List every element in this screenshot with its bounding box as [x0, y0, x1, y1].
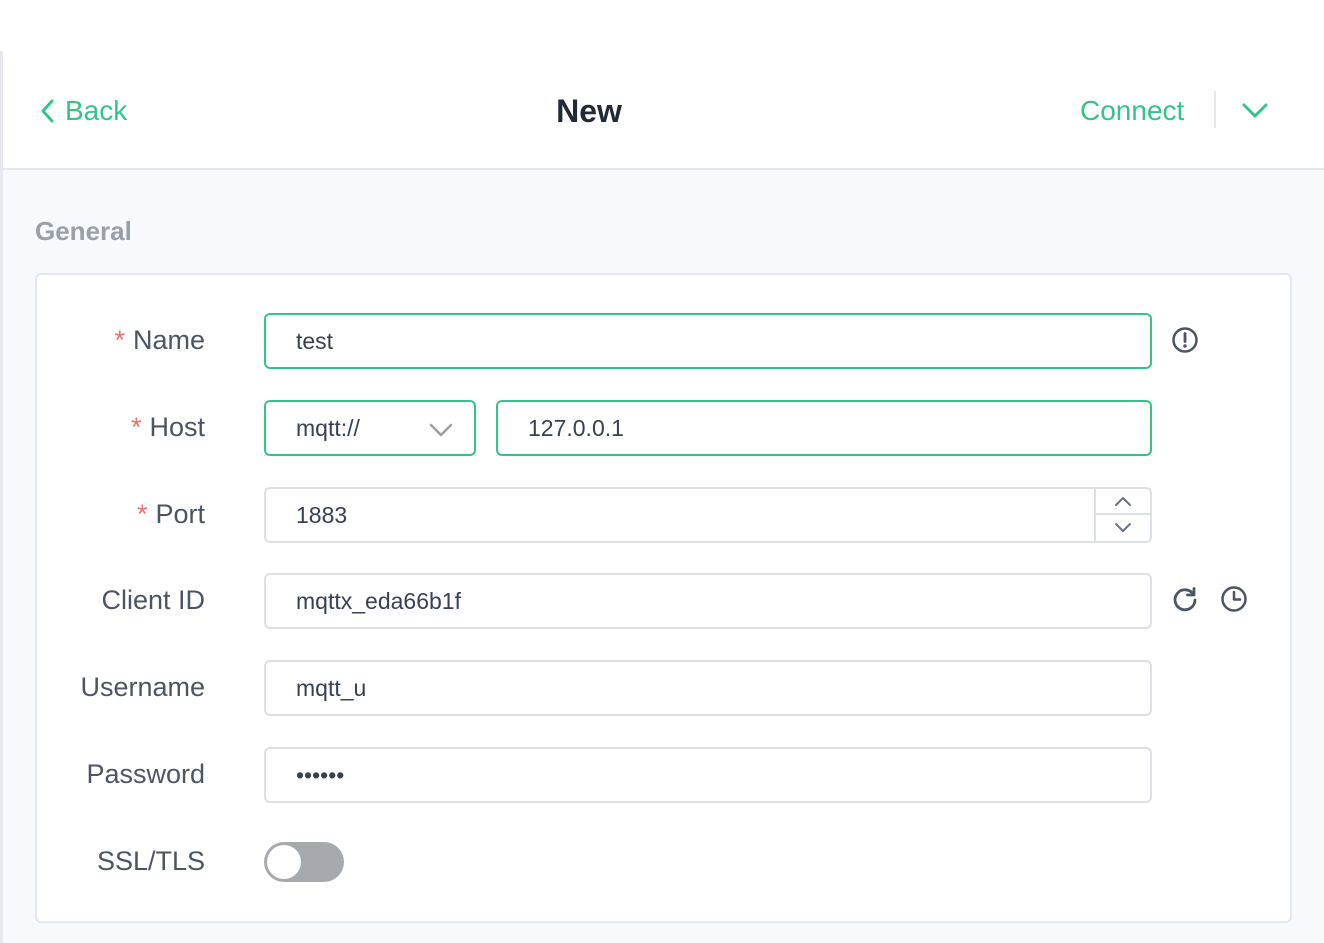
port-label: * Port	[136, 499, 205, 529]
top-strip	[0, 0, 1324, 51]
host-label: * Host	[130, 412, 205, 442]
client-id-input[interactable]: mqttx_eda66b1f	[264, 573, 1152, 629]
increment-button[interactable]	[1096, 489, 1150, 515]
host-input[interactable]: 127.0.0.1	[496, 400, 1152, 456]
password-label: Password	[86, 759, 205, 789]
chevron-down-icon	[1115, 523, 1131, 532]
ssl-tls-label: SSL/TLS	[96, 846, 205, 876]
header-bar: Back New Connect	[3, 51, 1324, 170]
port-input[interactable]: 1883	[264, 487, 1152, 543]
general-form-card: * Name test * Host mqtt:// 127.0.0.1 * Port	[35, 273, 1292, 923]
clock-icon[interactable]	[1220, 585, 1248, 613]
password-input[interactable]: ••••••	[264, 747, 1152, 803]
connection-editor: Back New Connect General * Name test * Hos…	[0, 51, 1324, 943]
client-id-label: Client ID	[101, 585, 205, 615]
name-label: * Name	[114, 325, 205, 355]
required-asterisk: *	[136, 499, 148, 529]
page-title: New	[556, 93, 622, 129]
name-input[interactable]: test	[264, 313, 1152, 369]
username-input[interactable]: mqtt_u	[264, 660, 1152, 716]
port-stepper	[1094, 489, 1150, 541]
decrement-button[interactable]	[1096, 515, 1150, 541]
chevron-down-icon	[429, 423, 453, 437]
header-divider	[1214, 91, 1216, 128]
section-title-general: General	[35, 216, 132, 246]
chevron-up-icon	[1115, 497, 1131, 506]
username-label: Username	[80, 672, 205, 702]
connect-button[interactable]: Connect	[1080, 95, 1184, 127]
toggle-knob	[267, 845, 301, 879]
protocol-select[interactable]: mqtt://	[264, 400, 476, 456]
chevron-down-icon[interactable]	[1239, 97, 1271, 123]
required-asterisk: *	[114, 325, 125, 355]
refresh-icon[interactable]	[1171, 585, 1199, 613]
exclamation-circle-icon[interactable]	[1171, 326, 1199, 354]
required-asterisk: *	[130, 412, 142, 442]
ssl-tls-toggle[interactable]	[264, 842, 344, 882]
